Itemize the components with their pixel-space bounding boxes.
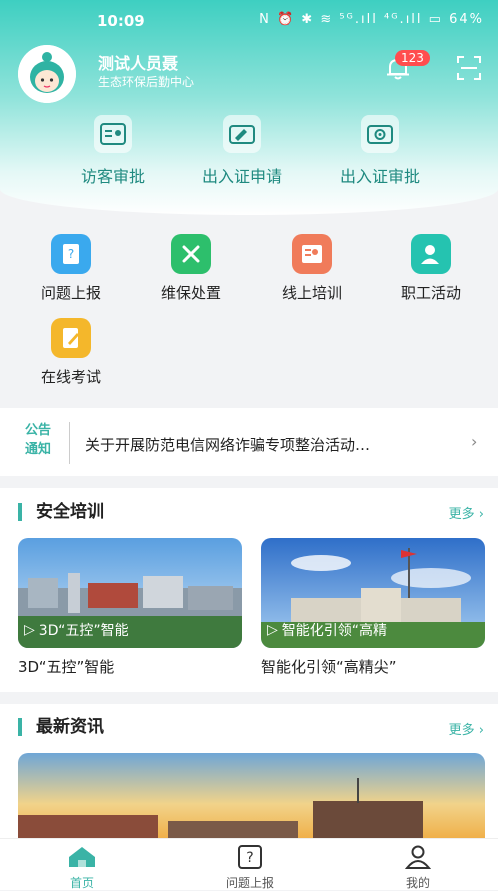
tab-mine[interactable]: 我的 [368, 843, 468, 891]
training-card-2[interactable]: ▷ 智能化引领“高精 [261, 538, 485, 648]
card-title[interactable]: 智能化引领“高精尖” [261, 656, 397, 677]
visitor-card-icon [94, 115, 132, 153]
news-banner[interactable] [18, 753, 485, 838]
grid-item-online-exam[interactable]: 在线考试 [21, 318, 121, 387]
pass-edit-icon [223, 115, 261, 153]
top-action-label: 出入证申请 [201, 167, 282, 186]
chevron-right-icon: › [471, 432, 478, 451]
top-action-label: 访客审批 [80, 167, 145, 186]
play-icon: ▷ [24, 622, 35, 638]
staff-activity-icon [411, 234, 451, 274]
top-action-pass-apply[interactable]: 出入证申请 [182, 115, 302, 187]
tab-bar: 首页 ? 问题上报 我的 [0, 838, 498, 890]
tab-label: 问题上报 [225, 876, 274, 890]
grid-item-staff-activities[interactable]: 职工活动 [381, 234, 481, 303]
more-label: 更多 [448, 723, 475, 738]
grid-item-label: 维保处置 [160, 284, 221, 302]
grid-item-label: 职工活动 [400, 284, 461, 302]
pass-approve-icon [361, 115, 399, 153]
status-icons-text: N ⏰ ✱ ≋ ⁵ᴳ.ıll ⁴ᴳ.ıll ▭ [259, 12, 443, 27]
battery-level: 64% [449, 12, 484, 27]
notice-text[interactable]: 关于开展防范电信网络诈骗专项整治活动… [85, 434, 370, 455]
user-name: 测试人员聂 [98, 54, 179, 73]
tab-label: 首页 [69, 876, 94, 890]
more-link-news[interactable]: 更多 › [449, 719, 484, 738]
card-caption-text: 3D“五控”智能 [38, 623, 129, 639]
more-link-safety[interactable]: 更多 › [449, 503, 484, 522]
top-action-label: 出入证审批 [339, 167, 420, 186]
notice-tag-top: 公告 [24, 423, 51, 438]
section-title: 最新资讯 [18, 718, 104, 736]
training-icon [292, 234, 332, 274]
avatar-girl-icon [18, 45, 76, 103]
grid-item-label: 线上培训 [281, 284, 342, 302]
top-action-visitor-approval[interactable]: 访客审批 [53, 115, 173, 187]
play-icon: ▷ [267, 622, 278, 638]
user-icon [368, 843, 468, 871]
home-icon [32, 843, 132, 871]
svg-text:?: ? [246, 850, 253, 866]
top-action-pass-approval[interactable]: 出入证审批 [320, 115, 440, 187]
avatar[interactable] [18, 45, 76, 103]
section-title: 安全培训 [18, 503, 104, 521]
card-caption: ▷ 3D“五控”智能 [24, 620, 129, 640]
user-org: 生态环保后勤中心 [98, 75, 195, 89]
tab-home[interactable]: 首页 [32, 843, 132, 891]
training-card-1[interactable]: ▷ 3D“五控”智能 [18, 538, 242, 648]
grid-item-maintenance[interactable]: 维保处置 [141, 234, 241, 303]
status-bar: 10:09 N ⏰ ✱ ≋ ⁵ᴳ.ıll ⁴ᴳ.ıll ▭ 64% [0, 12, 498, 32]
grid-item-label: 问题上报 [40, 284, 101, 302]
status-icons: N ⏰ ✱ ≋ ⁵ᴳ.ıll ⁴ᴳ.ıll ▭ 64% [259, 12, 484, 27]
grid-item-label: 在线考试 [40, 368, 101, 386]
card-title[interactable]: 3D“五控”智能 [18, 656, 114, 677]
tools-icon [171, 234, 211, 274]
card-caption: ▷ 智能化引领“高精 [267, 620, 387, 640]
report-icon: ? [51, 234, 91, 274]
tab-label: 我的 [405, 876, 430, 890]
svg-text:?: ? [68, 247, 74, 261]
grid-item-issue-report[interactable]: ? 问题上报 [21, 234, 121, 303]
notice-tag: 公告 通知 [18, 421, 58, 459]
more-label: 更多 [448, 507, 475, 522]
status-time: 10:09 [97, 12, 145, 30]
card-caption-text: 智能化引领“高精 [281, 623, 388, 639]
grid-item-online-training[interactable]: 线上培训 [262, 234, 362, 303]
news-image [18, 753, 485, 838]
divider [69, 422, 70, 464]
scan-icon[interactable] [456, 55, 482, 81]
exam-icon [51, 318, 91, 358]
tab-issue-report[interactable]: ? 问题上报 [200, 843, 300, 891]
notification-badge: 123 [395, 50, 430, 66]
notice-tag-bottom: 通知 [24, 442, 51, 457]
report-icon: ? [200, 843, 300, 871]
